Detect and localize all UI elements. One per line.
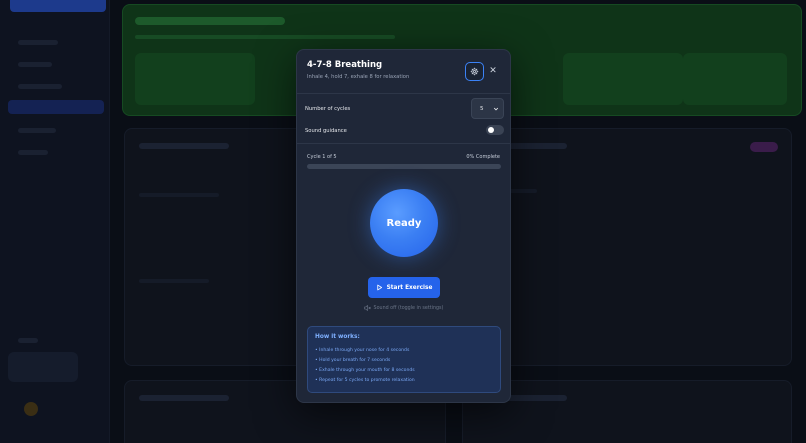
modal-title: 4-7-8 Breathing <box>307 60 383 70</box>
divider <box>297 143 510 144</box>
background-nav-item <box>18 84 62 89</box>
background-card <box>462 380 792 443</box>
close-button[interactable]: ✕ <box>486 64 500 78</box>
background-card <box>462 128 792 366</box>
background-badge <box>750 142 778 152</box>
start-exercise-label: Start Exercise <box>386 284 433 291</box>
cycles-value: 5 <box>480 105 484 112</box>
settings-button[interactable] <box>465 62 484 81</box>
modal-subtitle: Inhale 4, hold 7, exhale 8 for relaxatio… <box>307 74 410 80</box>
background-nav-item-active <box>8 100 104 114</box>
breathing-state-text: Ready <box>386 217 422 229</box>
start-exercise-button[interactable]: Start Exercise <box>368 277 440 298</box>
cycles-label: Number of cycles <box>305 106 351 112</box>
breathing-modal: 4-7-8 Breathing Inhale 4, hold 7, exhale… <box>296 49 511 403</box>
sound-status-note: Sound off (toggle in settings) <box>297 305 510 311</box>
background-nav-item <box>18 128 56 133</box>
background-nav-item <box>18 338 38 343</box>
background-avatar <box>24 402 38 416</box>
how-it-works-box: How it works: • Inhale through your nose… <box>307 326 501 393</box>
speaker-off-icon <box>363 305 371 311</box>
close-icon: ✕ <box>489 66 497 76</box>
modal-header: 4-7-8 Breathing Inhale 4, hold 7, exhale… <box>297 50 510 94</box>
background-nav-item <box>18 62 52 67</box>
background-nav-item <box>18 40 58 45</box>
how-it-works-title: How it works: <box>315 334 360 340</box>
sound-guidance-label: Sound guidance <box>305 128 347 134</box>
play-icon <box>376 284 382 291</box>
completion-percent: 0% Complete <box>466 154 500 160</box>
chevron-down-icon <box>493 107 499 111</box>
sound-guidance-toggle[interactable] <box>486 125 504 135</box>
instruction-item: • Hold your breath for 7 seconds <box>315 358 391 363</box>
instruction-item: • Inhale through your nose for 4 seconds <box>315 348 410 353</box>
instruction-item: • Repeat for 5 cycles to promote relaxat… <box>315 378 415 383</box>
sound-status-text: Sound off (toggle in settings) <box>373 305 444 311</box>
toggle-knob <box>488 127 494 133</box>
background-nav-item <box>18 150 48 155</box>
background-user-card <box>8 352 78 382</box>
instruction-item: • Exhale through your mouth for 8 second… <box>315 368 415 373</box>
breathing-circle: Ready <box>370 189 438 257</box>
background-brand <box>10 0 106 12</box>
gear-icon <box>470 67 479 76</box>
cycle-progress-label: Cycle 1 of 5 <box>307 154 337 160</box>
progress-bar <box>307 164 501 169</box>
background-sidebar <box>0 0 110 443</box>
cycles-select[interactable]: 5 <box>471 98 504 119</box>
